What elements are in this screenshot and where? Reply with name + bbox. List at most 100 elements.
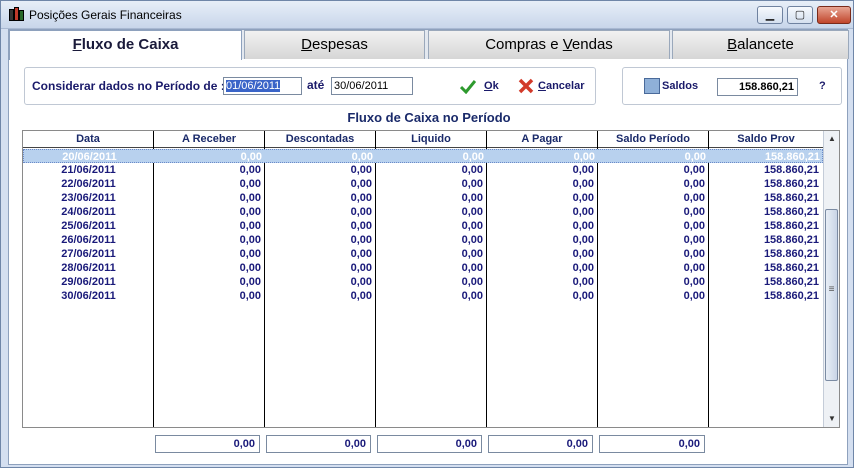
table-row[interactable]: 26/06/2011 0,00 0,00 0,00 0,00 0,00 158.860,21: [23, 233, 823, 247]
cell-a-receber: 0,00: [239, 262, 261, 274]
cell-data: 21/06/2011: [61, 164, 116, 176]
cell-a-pagar: 0,00: [572, 276, 594, 288]
cell-saldo-prov: 158.860,21: [763, 248, 819, 260]
cell-a-receber: 0,00: [239, 206, 261, 218]
close-button[interactable]: ✕: [817, 6, 851, 24]
col-header-liquido[interactable]: Liquido: [376, 131, 487, 148]
ok-label: k: [492, 80, 499, 92]
cell-liquido: 0,00: [461, 164, 483, 176]
col-header-saldo-prov[interactable]: Saldo Prov: [709, 131, 823, 148]
cell-saldo-periodo: 0,00: [683, 262, 705, 274]
col-header-descontadas[interactable]: Descontadas: [265, 131, 376, 148]
table-row[interactable]: 27/06/2011 0,00 0,00 0,00 0,00 0,00 158.860,21: [23, 247, 823, 261]
tab-fluxo-de-caixa[interactable]: Fluxo de Caixa: [9, 30, 242, 60]
cell-a-receber: 0,00: [239, 234, 261, 246]
col-header-a-pagar[interactable]: A Pagar: [487, 131, 598, 148]
cell-a-pagar: 0,00: [572, 290, 594, 302]
main-window: Posições Gerais Financeiras ▁ ▢ ✕ Fluxo …: [0, 0, 854, 468]
cell-saldo-periodo: 0,00: [683, 290, 705, 302]
cell-liquido: 0,00: [462, 151, 484, 163]
cell-saldo-periodo: 0,00: [683, 220, 705, 232]
maximize-button[interactable]: ▢: [787, 6, 813, 24]
col-header-data[interactable]: Data: [23, 131, 154, 148]
cancel-accelerator: C: [538, 80, 546, 92]
tab-compras-e-vendas[interactable]: Compras e Vendas: [428, 30, 670, 59]
cash-flow-grid[interactable]: Data A Receber Descontadas Liquido A Pag…: [22, 130, 840, 428]
cell-descontadas: 0,00: [350, 164, 372, 176]
scroll-down-icon[interactable]: ▼: [824, 411, 839, 427]
cell-a-pagar: 0,00: [572, 206, 594, 218]
tab-label-prefix: Compras e: [485, 36, 563, 53]
saldos-button[interactable]: Saldos: [662, 80, 698, 92]
minimize-button[interactable]: ▁: [757, 6, 783, 24]
period-label: Considerar dados no Período de :: [32, 79, 225, 93]
scroll-thumb[interactable]: ≡: [825, 209, 838, 381]
tab-label: endas: [571, 36, 613, 53]
grid-header: Data A Receber Descontadas Liquido A Pag…: [23, 131, 823, 148]
total-descontadas: 0,00: [266, 435, 371, 453]
cell-a-pagar: 0,00: [572, 262, 594, 274]
cell-a-pagar: 0,00: [572, 248, 594, 260]
window-title: Posições Gerais Financeiras: [29, 8, 182, 22]
period-end-field[interactable]: 30/06/2011: [331, 77, 413, 95]
grip-icon: ≡: [828, 284, 835, 295]
table-row[interactable]: 30/06/2011 0,00 0,00 0,00 0,00 0,00 158.860,21: [23, 289, 823, 303]
cell-saldo-prov: 158.860,21: [763, 234, 819, 246]
cell-a-pagar: 0,00: [572, 192, 594, 204]
cell-descontadas: 0,00: [350, 276, 372, 288]
ate-label: até: [307, 78, 325, 92]
cell-a-pagar: 0,00: [573, 151, 595, 163]
ok-button[interactable]: Ok: [484, 80, 499, 92]
table-row[interactable]: 28/06/2011 0,00 0,00 0,00 0,00 0,00 158.860,21: [23, 261, 823, 275]
cell-data: 25/06/2011: [61, 220, 116, 232]
tab-balancete[interactable]: Balancete: [672, 30, 849, 59]
ok-accelerator: O: [484, 80, 493, 92]
total-a-pagar: 0,00: [488, 435, 593, 453]
vertical-scrollbar[interactable]: ▲ ≡ ▼: [823, 131, 839, 427]
cell-data: 29/06/2011: [61, 276, 116, 288]
cell-a-receber: 0,00: [239, 178, 261, 190]
cell-saldo-periodo: 0,00: [684, 151, 706, 163]
col-header-a-receber[interactable]: A Receber: [154, 131, 265, 148]
cell-a-receber: 0,00: [239, 290, 261, 302]
table-row[interactable]: 25/06/2011 0,00 0,00 0,00 0,00 0,00 158.860,21: [23, 219, 823, 233]
table-row[interactable]: 24/06/2011 0,00 0,00 0,00 0,00 0,00 158.860,21: [23, 205, 823, 219]
cell-descontadas: 0,00: [350, 248, 372, 260]
cancel-button[interactable]: Cancelar: [538, 80, 584, 92]
tab-bar: Fluxo de Caixa Despesas Compras e Vendas…: [9, 30, 849, 60]
period-start-field[interactable]: 01/06/2011: [223, 77, 302, 95]
cell-data: 22/06/2011: [61, 178, 116, 190]
tab-label: alancete: [737, 36, 794, 53]
cell-saldo-prov: 158.860,21: [763, 164, 819, 176]
total-liquido: 0,00: [377, 435, 482, 453]
check-icon[interactable]: [460, 80, 476, 94]
title-bar[interactable]: Posições Gerais Financeiras ▁ ▢ ✕: [1, 1, 853, 29]
scroll-up-icon[interactable]: ▲: [824, 131, 839, 147]
cell-saldo-periodo: 0,00: [683, 276, 705, 288]
table-row[interactable]: 29/06/2011 0,00 0,00 0,00 0,00 0,00 158.860,21: [23, 275, 823, 289]
cell-saldo-periodo: 0,00: [683, 192, 705, 204]
cell-a-pagar: 0,00: [572, 164, 594, 176]
cell-saldo-prov: 158.860,21: [764, 151, 820, 163]
table-row[interactable]: 23/06/2011 0,00 0,00 0,00 0,00 0,00 158.860,21: [23, 191, 823, 205]
tab-despesas[interactable]: Despesas: [244, 30, 425, 59]
cell-saldo-prov: 158.860,21: [763, 262, 819, 274]
cell-liquido: 0,00: [461, 192, 483, 204]
saldos-value: 158.860,21: [717, 78, 798, 96]
cell-liquido: 0,00: [461, 262, 483, 274]
saldos-icon[interactable]: [644, 78, 660, 94]
cell-liquido: 0,00: [461, 290, 483, 302]
col-header-saldo-periodo[interactable]: Saldo Período: [598, 131, 709, 148]
cell-data: 24/06/2011: [61, 206, 116, 218]
cell-liquido: 0,00: [461, 234, 483, 246]
help-button[interactable]: ?: [819, 80, 826, 92]
cell-a-receber: 0,00: [239, 248, 261, 260]
cell-liquido: 0,00: [461, 178, 483, 190]
table-row[interactable]: 21/06/2011 0,00 0,00 0,00 0,00 0,00 158.860,21: [23, 163, 823, 177]
cell-data: 28/06/2011: [61, 262, 116, 274]
table-row[interactable]: 20/06/2011 0,00 0,00 0,00 0,00 0,00 158.860,21: [23, 149, 823, 163]
table-row[interactable]: 22/06/2011 0,00 0,00 0,00 0,00 0,00 158.860,21: [23, 177, 823, 191]
cell-saldo-prov: 158.860,21: [763, 178, 819, 190]
cell-descontadas: 0,00: [350, 220, 372, 232]
x-icon[interactable]: [518, 78, 534, 94]
